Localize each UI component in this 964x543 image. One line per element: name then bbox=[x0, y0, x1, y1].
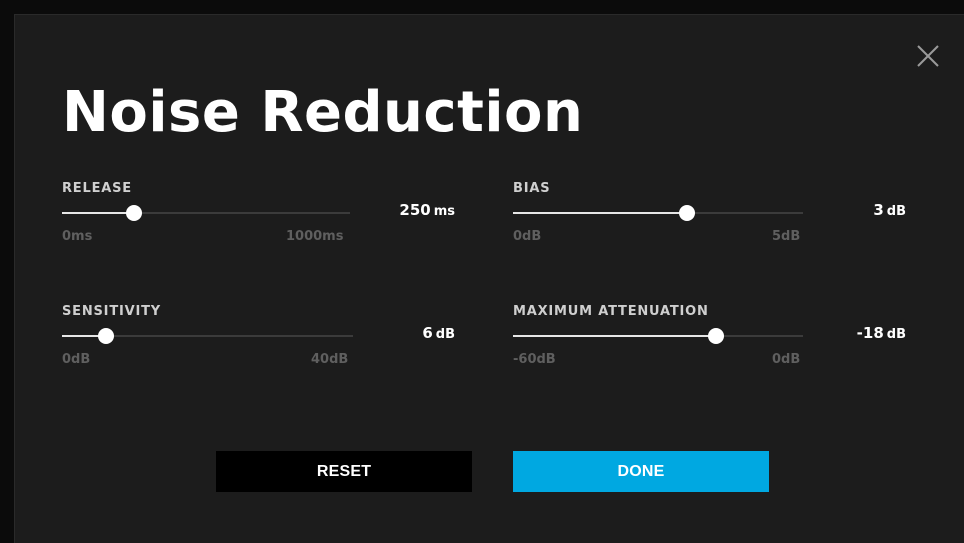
noise-reduction-dialog: Noise Reduction RELEASE 0ms 1000ms 250 ms… bbox=[14, 14, 964, 543]
sensitivity-value: 6 dB bbox=[422, 323, 455, 342]
sensitivity-label: SENSITIVITY bbox=[62, 304, 162, 319]
sensitivity-max-label: 40dB bbox=[311, 352, 349, 367]
max-attenuation-slider-fill bbox=[513, 335, 716, 337]
sensitivity-slider-group: SENSITIVITY 0dB 40dB 6 dB bbox=[62, 304, 462, 374]
max-attenuation-slider-group: MAXIMUM ATTENUATION -60dB 0dB -18 dB bbox=[513, 304, 913, 374]
release-label: RELEASE bbox=[62, 181, 132, 196]
release-min-label: 0ms bbox=[62, 229, 93, 244]
bias-value-unit: dB bbox=[886, 204, 906, 219]
sensitivity-value-number: 6 bbox=[422, 324, 433, 342]
release-max-label: 1000ms bbox=[286, 229, 344, 244]
release-value: 250 ms bbox=[399, 200, 455, 219]
bias-max-label: 5dB bbox=[772, 229, 801, 244]
close-icon bbox=[917, 45, 939, 67]
max-attenuation-min-label: -60dB bbox=[513, 352, 556, 367]
max-attenuation-max-label: 0dB bbox=[772, 352, 801, 367]
bias-value: 3 dB bbox=[873, 200, 906, 219]
release-slider-group: RELEASE 0ms 1000ms 250 ms bbox=[62, 181, 462, 251]
close-button[interactable] bbox=[916, 44, 940, 68]
max-attenuation-slider-thumb[interactable] bbox=[708, 328, 724, 344]
release-slider[interactable] bbox=[62, 205, 350, 221]
max-attenuation-value: -18 dB bbox=[857, 323, 906, 342]
bias-min-label: 0dB bbox=[513, 229, 542, 244]
sensitivity-min-label: 0dB bbox=[62, 352, 91, 367]
sensitivity-slider-thumb[interactable] bbox=[97, 328, 114, 344]
reset-button[interactable]: RESET bbox=[216, 451, 472, 492]
release-value-number: 250 bbox=[399, 201, 431, 219]
max-attenuation-value-unit: dB bbox=[886, 327, 906, 342]
done-button[interactable]: DONE bbox=[513, 451, 769, 492]
bias-slider-fill bbox=[513, 212, 687, 214]
max-attenuation-value-number: -18 bbox=[856, 324, 884, 342]
sensitivity-value-unit: dB bbox=[435, 327, 455, 342]
release-slider-fill bbox=[62, 212, 134, 214]
bias-slider-group: BIAS 0dB 5dB 3 dB bbox=[513, 181, 913, 251]
sensitivity-slider[interactable] bbox=[62, 328, 353, 344]
max-attenuation-label: MAXIMUM ATTENUATION bbox=[513, 304, 709, 319]
bias-slider[interactable] bbox=[513, 205, 803, 221]
bias-label: BIAS bbox=[513, 181, 551, 196]
release-value-unit: ms bbox=[433, 204, 455, 219]
bias-slider-thumb[interactable] bbox=[679, 205, 695, 221]
page-title: Noise Reduction bbox=[62, 80, 584, 145]
bias-value-number: 3 bbox=[873, 201, 884, 219]
release-slider-thumb[interactable] bbox=[126, 205, 142, 221]
max-attenuation-slider[interactable] bbox=[513, 328, 803, 344]
